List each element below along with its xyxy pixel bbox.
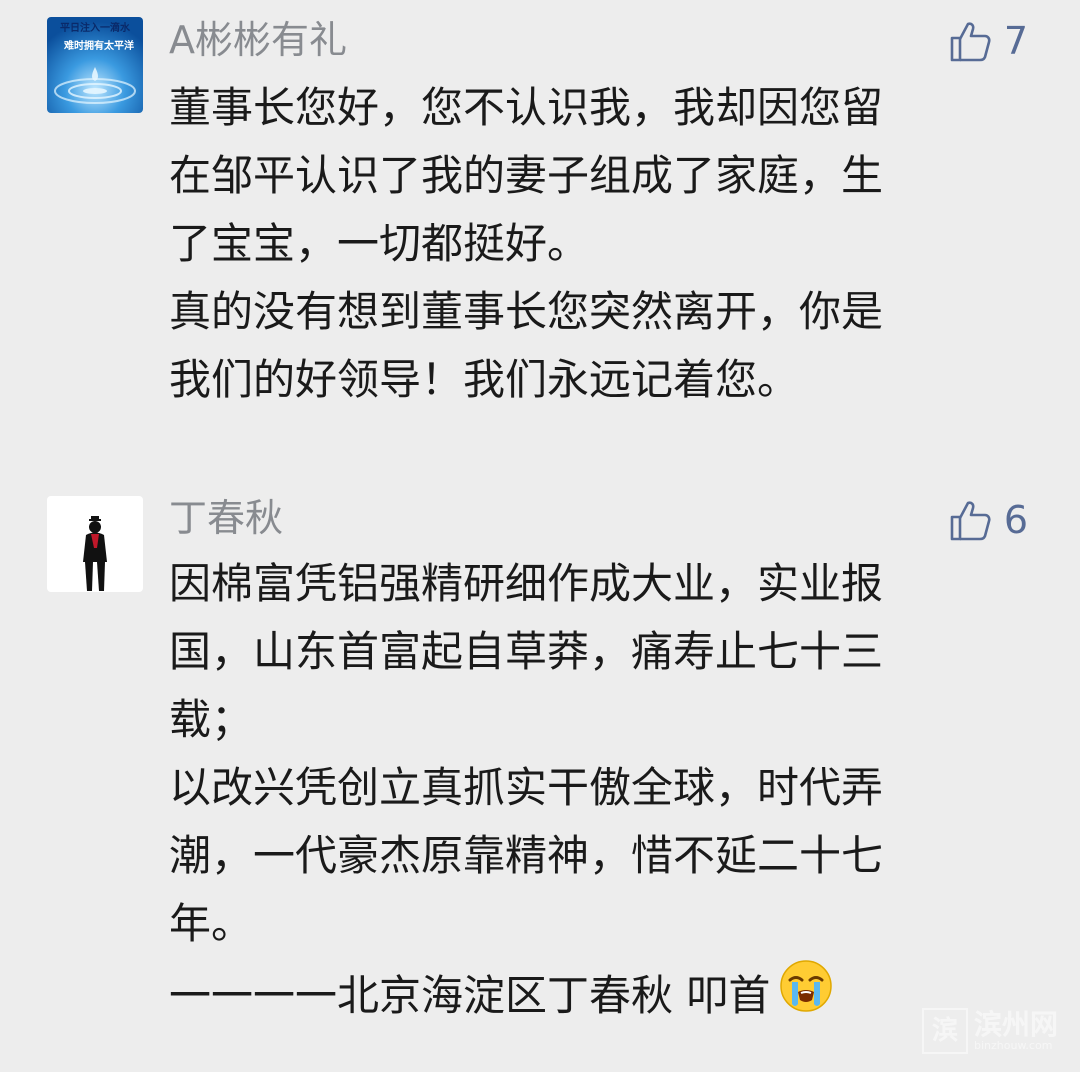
- watermark-url: binzhouw.com: [973, 1039, 1053, 1052]
- comment-item: 丁春秋 6 因棉富凭铝强精研细作成大业，实业报 国，山东首富起自草莽，痛寿止七十…: [0, 480, 1080, 1072]
- thumbs-up-icon: [950, 501, 991, 541]
- comment-line: 年。: [169, 899, 254, 948]
- comment-line: 以改兴凭创立真抓实干傲全球，时代弄: [169, 763, 884, 812]
- comment-text: 董事长您好，您不认识我，我却因您留 在邹平认识了我的妻子组成了家庭，生 了宝宝，…: [169, 74, 1039, 414]
- like-button[interactable]: 6: [948, 496, 1028, 544]
- comment-line: 董事长您好，您不认识我，我却因您留: [169, 83, 884, 132]
- comment-line: 国，山东首富起自草莽，痛寿止七十三: [169, 627, 884, 676]
- comment-line: 在邹平认识了我的妻子组成了家庭，生: [169, 151, 884, 200]
- comment-line: 潮，一代豪杰原靠精神，惜不延二十七: [169, 831, 884, 880]
- watermark-name: 滨州网: [973, 1008, 1058, 1041]
- comment-author[interactable]: A彬彬有礼: [169, 16, 347, 64]
- comment-line: 因棉富凭铝强精研细作成大业，实业报: [169, 559, 884, 608]
- comment-line: 载；: [169, 695, 254, 744]
- comment-item: 平日注入一滴水 难时拥有太平洋 A彬彬有礼 7 董事长您好，您不认识我，我却因您…: [0, 0, 1080, 460]
- comment-line: 真的没有想到董事长您突然离开，你是: [169, 287, 884, 336]
- crying-face-icon: [778, 958, 834, 1034]
- silhouette-avatar-image: [47, 496, 143, 592]
- avatar[interactable]: 平日注入一滴水 难时拥有太平洋: [47, 17, 143, 113]
- comment-line: 我们的好领导！我们永远记着您。: [169, 355, 800, 404]
- comment-signature: 一一一一北京海淀区丁春秋 叩首: [169, 971, 771, 1020]
- comment-line: 了宝宝，一切都挺好。: [169, 219, 590, 268]
- signature-row: 一一一一北京海淀区丁春秋 叩首: [169, 958, 1039, 1034]
- comment-author[interactable]: 丁春秋: [169, 494, 283, 542]
- site-watermark: 滨 滨州网 binzhouw.com: [921, 1008, 1058, 1054]
- thumbs-up-icon: [950, 22, 991, 62]
- avatar-text-line2: 难时拥有太平洋: [63, 39, 134, 52]
- like-count: 7: [1003, 19, 1028, 63]
- watermark-logo: 滨: [921, 1008, 968, 1054]
- like-count: 6: [1003, 498, 1028, 542]
- comment-text: 因棉富凭铝强精研细作成大业，实业报 国，山东首富起自草莽，痛寿止七十三 载； 以…: [169, 550, 1039, 1034]
- avatar[interactable]: [47, 496, 143, 592]
- comment-list: 平日注入一滴水 难时拥有太平洋 A彬彬有礼 7 董事长您好，您不认识我，我却因您…: [0, 0, 1080, 1072]
- avatar-text-line1: 平日注入一滴水: [60, 21, 131, 34]
- like-button[interactable]: 7: [948, 17, 1028, 65]
- water-drop-avatar-image: 平日注入一滴水 难时拥有太平洋: [47, 17, 143, 113]
